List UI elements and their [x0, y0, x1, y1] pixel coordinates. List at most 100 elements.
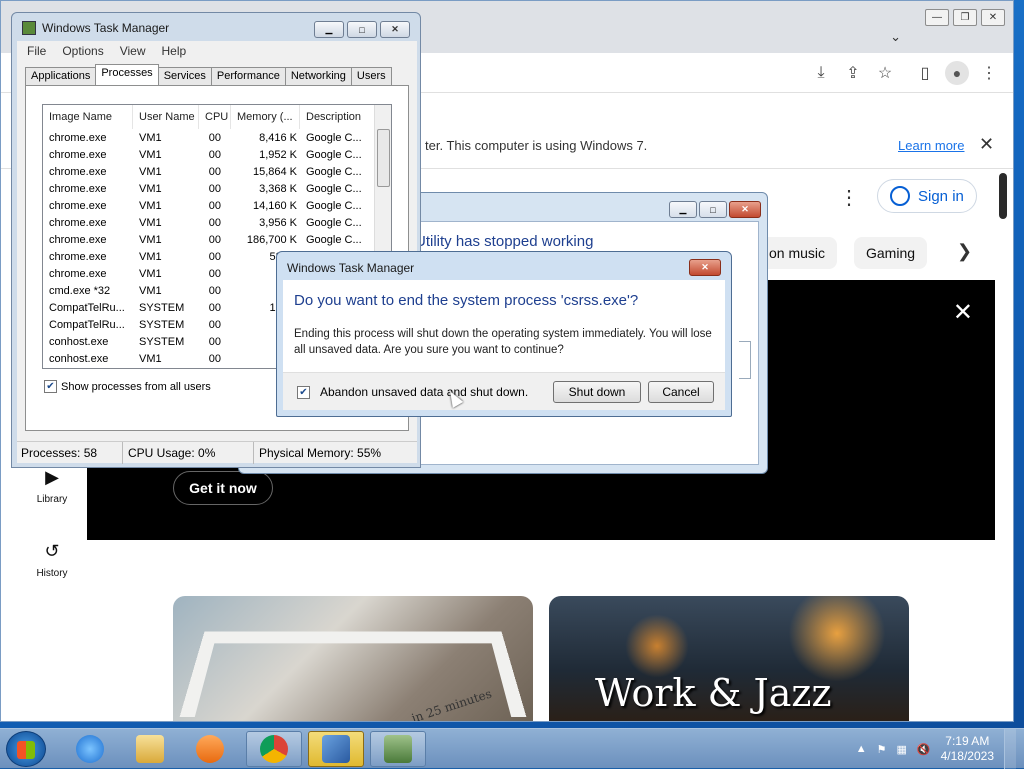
checkbox-icon[interactable]: ✔	[297, 385, 310, 399]
start-button[interactable]	[6, 731, 46, 767]
chip-gaming[interactable]: Gaming	[854, 237, 928, 269]
table-cell: chrome.exe	[49, 183, 107, 195]
tab-applications[interactable]: Applications	[25, 67, 97, 85]
get-it-now-button[interactable]: Get it now	[173, 471, 273, 505]
dialog-close-button[interactable]: ✕	[689, 259, 721, 276]
folder-icon	[136, 735, 164, 763]
menu-view[interactable]: View	[120, 44, 146, 58]
column-header-cpu[interactable]: CPU	[199, 105, 231, 129]
clock[interactable]: 7:19 AM 4/18/2023	[941, 734, 994, 764]
column-header-image-name[interactable]: Image Name	[43, 105, 133, 129]
shut-down-button[interactable]: Shut down	[553, 381, 641, 403]
show-desktop-button[interactable]	[1004, 729, 1016, 769]
menu-help[interactable]: Help	[162, 44, 187, 58]
taskbar-media-player[interactable]	[182, 731, 238, 767]
bookmark-star-icon[interactable]: ☆	[873, 61, 897, 85]
table-cell: 186,700 K	[246, 234, 297, 246]
table-cell: 14,160 K	[252, 200, 297, 212]
share-icon[interactable]: ⇪	[841, 61, 865, 85]
taskbar-chrome[interactable]	[246, 731, 302, 767]
table-cell: Google C...	[306, 149, 362, 161]
sign-in-button[interactable]: Sign in	[877, 179, 977, 213]
chrome-icon	[260, 735, 288, 763]
install-icon[interactable]: ⤓	[809, 61, 833, 85]
menu-bar: File Options View Help	[17, 41, 417, 61]
end-process-dialog: Windows Task Manager ✕ Do you want to en…	[276, 251, 732, 417]
table-cell: VM1	[139, 149, 162, 161]
tab-services[interactable]: Services	[157, 67, 212, 85]
action-center-flag-icon[interactable]: ⚑	[877, 743, 887, 756]
abandon-data-checkbox[interactable]: ✔ Abandon unsaved data and shut down.	[297, 385, 528, 399]
table-cell: chrome.exe	[49, 200, 107, 212]
table-row[interactable]: chrome.exe VM1 00 3,956 K Google C...	[43, 215, 373, 232]
menu-options[interactable]: Options	[62, 44, 103, 58]
chrome-menu-icon[interactable]: ⋮	[977, 61, 1001, 85]
taskbar-active-app[interactable]	[308, 731, 364, 767]
show-hidden-icons-icon[interactable]: ▲	[856, 743, 867, 755]
sidebar-item-history[interactable]: ↺ History	[29, 541, 75, 579]
tab-processes[interactable]: Processes	[95, 64, 159, 85]
settings-menu-icon[interactable]: ⋮	[839, 185, 859, 210]
tab-performance[interactable]: Performance	[210, 67, 286, 85]
table-cell: 00	[208, 353, 221, 365]
minimize-button[interactable]: —	[925, 9, 949, 26]
table-cell: SYSTEM	[139, 302, 185, 314]
taskbar-task-manager[interactable]	[370, 731, 426, 767]
tab-networking[interactable]: Networking	[284, 67, 352, 85]
video-thumbnail[interactable]: in 25 minutes	[173, 596, 533, 721]
close-button[interactable]: ✕	[729, 201, 761, 218]
table-row[interactable]: chrome.exe VM1 00 3,368 K Google C...	[43, 181, 373, 198]
tab-search-icon[interactable]: ⌄	[890, 29, 901, 45]
maximize-button[interactable]: ❐	[953, 9, 977, 26]
menu-file[interactable]: File	[27, 44, 46, 58]
table-row[interactable]: chrome.exe VM1 00 14,160 K Google C...	[43, 198, 373, 215]
scrollbar-thumb[interactable]	[377, 129, 390, 187]
minimize-button[interactable]: ▁	[314, 21, 344, 38]
table-row[interactable]: chrome.exe VM1 00 186,700 K Google C...	[43, 232, 373, 249]
maximize-button[interactable]: □	[347, 21, 377, 38]
taskbar-explorer[interactable]	[122, 731, 178, 767]
table-row[interactable]: chrome.exe VM1 00 8,416 K Google C...	[43, 130, 373, 147]
sidebar-item-library[interactable]: ▶ Library	[29, 467, 75, 505]
tab-users[interactable]: Users	[350, 67, 392, 85]
table-cell: 00	[208, 302, 221, 314]
checkbox-icon[interactable]: ✔	[44, 380, 57, 393]
table-cell: Google C...	[306, 132, 362, 144]
chip-music[interactable]: on music	[757, 237, 838, 269]
side-panel-icon[interactable]: ▯	[913, 61, 937, 85]
column-header-user-name[interactable]: User Name	[133, 105, 199, 129]
learn-more-link[interactable]: Learn more	[898, 138, 964, 153]
table-cell: VM1	[139, 217, 162, 229]
column-header-memory[interactable]: Memory (...	[231, 105, 300, 129]
show-all-processes-checkbox[interactable]: ✔ Show processes from all users	[44, 380, 211, 393]
table-cell: 00	[208, 285, 221, 297]
chevron-right-icon[interactable]: ❯	[957, 241, 972, 262]
cancel-button[interactable]: Cancel	[648, 381, 714, 403]
table-cell: VM1	[139, 183, 162, 195]
table-cell: 00	[208, 336, 221, 348]
media-player-icon	[196, 735, 224, 763]
taskbar-internet-explorer[interactable]	[62, 731, 118, 767]
page-scrollbar[interactable]	[999, 173, 1007, 219]
video-thumbnail[interactable]: Work & Jazz	[549, 596, 909, 721]
table-cell: VM1	[139, 353, 162, 365]
table-cell: chrome.exe	[49, 268, 107, 280]
maximize-button[interactable]: □	[699, 201, 727, 218]
close-icon[interactable]: ✕	[953, 298, 973, 327]
error-details-box	[739, 341, 751, 379]
profile-avatar-icon[interactable]: ●	[945, 61, 969, 85]
library-icon: ▶	[45, 467, 59, 487]
table-row[interactable]: chrome.exe VM1 00 15,864 K Google C...	[43, 164, 373, 181]
window-title-text: Windows Task Manager	[42, 21, 170, 35]
table-cell: Google C...	[306, 234, 362, 246]
table-cell: VM1	[139, 200, 162, 212]
volume-muted-icon[interactable]: 🔇	[917, 743, 931, 756]
table-row[interactable]: chrome.exe VM1 00 1,952 K Google C...	[43, 147, 373, 164]
close-button[interactable]: ✕	[380, 21, 410, 38]
infobar-close-icon[interactable]: ✕	[979, 134, 994, 155]
close-button[interactable]: ✕	[981, 9, 1005, 26]
table-cell: 3,368 K	[259, 183, 297, 195]
minimize-button[interactable]: ▁	[669, 201, 697, 218]
network-icon[interactable]: ▦	[897, 743, 907, 756]
column-header-description[interactable]: Description	[300, 105, 376, 129]
